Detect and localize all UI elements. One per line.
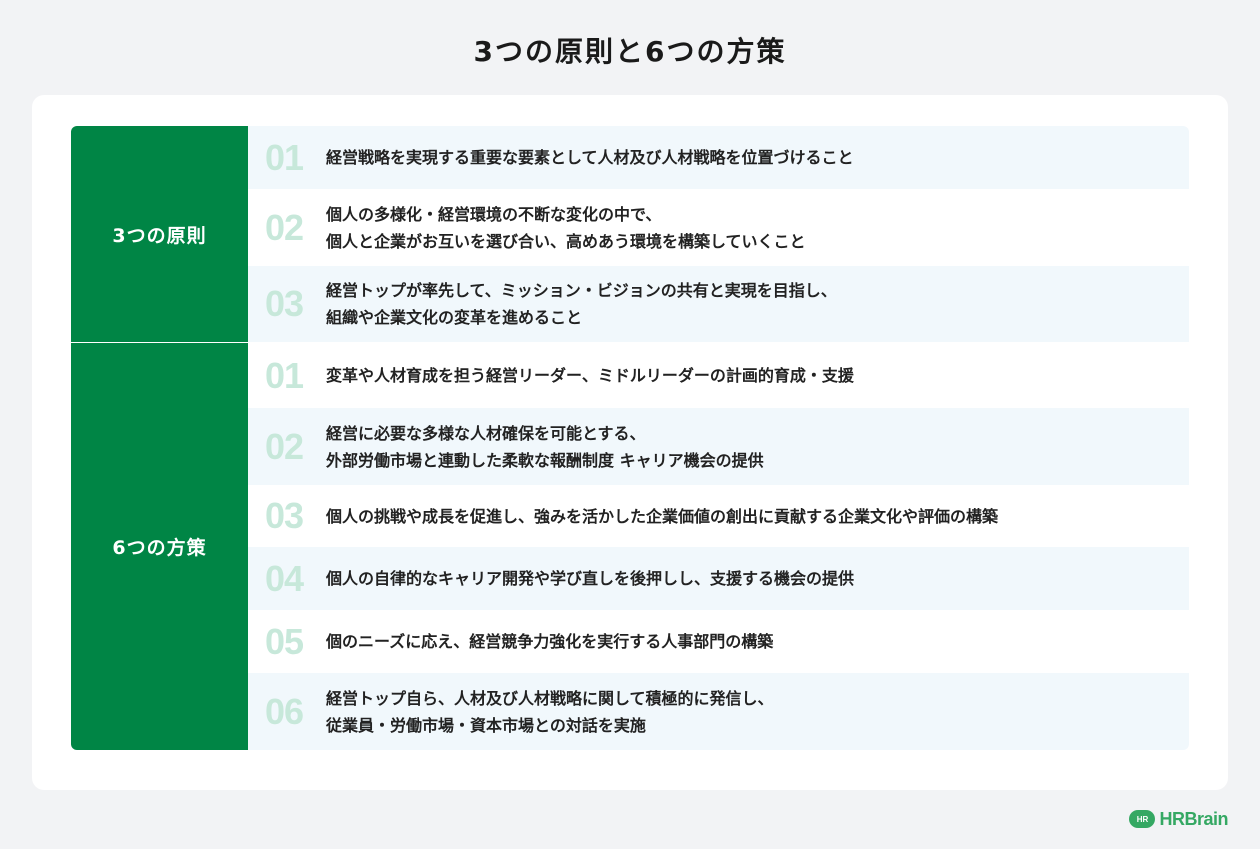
page-title: 3つの原則と6つの方策 (473, 35, 787, 68)
group-rows: 01 経営戦略を実現する重要な要素として人材及び人材戦略を位置づけること 02 … (248, 126, 1189, 342)
item-number: 02 (265, 206, 304, 248)
brand-badge-icon: HR (1129, 810, 1156, 828)
group-label: 3つの原則 (71, 126, 248, 342)
item-number: 01 (265, 354, 304, 396)
item-number: 04 (265, 557, 304, 599)
list-item: 01 変革や人材育成を担う経営リーダー、ミドルリーダーの計画的育成・支援 (248, 343, 1189, 408)
item-text: 経営トップ自ら、人材及び人材戦略に関して積極的に発信し、 従業員・労働市場・資本… (326, 688, 774, 735)
brand-name: HRBrain (1159, 808, 1228, 829)
item-text: 個人の挑戦や成長を促進し、強みを活かした企業価値の創出に貢献する企業文化や評価の… (326, 506, 999, 526)
item-number: 03 (265, 283, 304, 324)
item-text: 個人の多様化・経営環境の不断な変化の中で、 個人と企業がお互いを選び合い、高めあ… (326, 204, 806, 251)
item-text: 個人の自律的なキャリア開発や学び直しを後押しし、支援する機会の提供 (326, 569, 855, 588)
list-item: 04 個人の自律的なキャリア開発や学び直しを後押しし、支援する機会の提供 (248, 547, 1189, 610)
item-text: 経営戦略を実現する重要な要素として人材及び人材戦略を位置づけること (326, 148, 854, 167)
group-principles: 3つの原則 01 経営戦略を実現する重要な要素として人材及び人材戦略を位置づける… (71, 126, 1189, 342)
group-label: 6つの方策 (71, 343, 248, 750)
content-card: 3つの原則 01 経営戦略を実現する重要な要素として人材及び人材戦略を位置づける… (32, 95, 1228, 790)
item-number: 06 (265, 690, 304, 732)
list-item: 05 個のニーズに応え、経営競争力強化を実行する人事部門の構築 (248, 610, 1189, 673)
list-item: 02 経営に必要な多様な人材確保を可能とする、 外部労働市場と連動した柔軟な報酬… (248, 408, 1189, 485)
item-text: 経営に必要な多様な人材確保を可能とする、 外部労働市場と連動した柔軟な報酬制度 … (326, 423, 764, 470)
group-measures: 6つの方策 01 変革や人材育成を担う経営リーダー、ミドルリーダーの計画的育成・… (71, 343, 1189, 750)
group-rows: 01 変革や人材育成を担う経営リーダー、ミドルリーダーの計画的育成・支援 02 … (248, 343, 1189, 750)
list-item: 01 経営戦略を実現する重要な要素として人材及び人材戦略を位置づけること (248, 126, 1189, 189)
item-number: 03 (265, 495, 304, 536)
item-text: 変革や人材育成を担う経営リーダー、ミドルリーダーの計画的育成・支援 (326, 366, 854, 385)
item-number: 02 (265, 425, 304, 467)
brand-logo: HR HRBrain (1129, 808, 1228, 830)
item-text: 経営トップが率先して、ミッション・ビジョンの共有と実現を目指し、 組織や企業文化… (326, 281, 837, 327)
item-number: 01 (265, 136, 304, 178)
page: 3つの原則と6つの方策 3つの原則 01 経営戦略を実現する重要な要素として人材… (0, 0, 1260, 849)
list-item: 03 経営トップが率先して、ミッション・ビジョンの共有と実現を目指し、 組織や企… (248, 266, 1189, 342)
item-text: 個のニーズに応え、経営競争力強化を実行する人事部門の構築 (326, 632, 774, 651)
list-item: 03 個人の挑戦や成長を促進し、強みを活かした企業価値の創出に貢献する企業文化や… (248, 485, 1189, 547)
list-item: 02 個人の多様化・経営環境の不断な変化の中で、 個人と企業がお互いを選び合い、… (248, 189, 1189, 266)
item-number: 05 (265, 620, 304, 662)
list-item: 06 経営トップ自ら、人材及び人材戦略に関して積極的に発信し、 従業員・労働市場… (248, 673, 1189, 750)
